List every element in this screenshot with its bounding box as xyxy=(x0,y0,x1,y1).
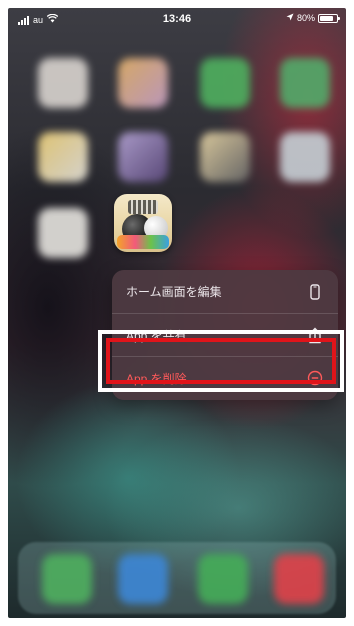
blurred-app-icon xyxy=(200,132,250,182)
menu-item-label: ホーム画面を編集 xyxy=(126,285,222,299)
blurred-app-icon xyxy=(118,132,168,182)
blurred-app-icon xyxy=(38,132,88,182)
blurred-dock-icon xyxy=(198,554,248,604)
edit-home-screen-menu-item[interactable]: ホーム画面を編集 xyxy=(112,270,338,313)
phone-icon xyxy=(306,283,324,301)
status-bar: au 13:46 80% xyxy=(8,8,346,32)
blurred-app-icon xyxy=(280,58,330,108)
focused-app-icon[interactable] xyxy=(114,194,172,252)
location-arrow-icon xyxy=(286,13,294,23)
battery-fill xyxy=(320,15,333,21)
blurred-app-icon xyxy=(280,132,330,182)
app-icon-artwork xyxy=(117,235,169,249)
blurred-app-icon xyxy=(38,58,88,108)
blurred-app-icon xyxy=(38,208,88,258)
blurred-dock-icon xyxy=(42,554,92,604)
highlight-box-inner xyxy=(106,338,336,384)
screenshot-frame: au 13:46 80% ホーム画面を編集 App を共有 App を削除 xyxy=(0,0,354,626)
app-icon-artwork xyxy=(128,200,158,214)
blurred-app-icon xyxy=(118,58,168,108)
blurred-app-icon xyxy=(200,58,250,108)
blurred-dock-icon xyxy=(118,554,168,604)
status-right: 80% xyxy=(286,13,340,23)
highlight-box xyxy=(98,330,344,392)
battery-icon xyxy=(318,13,340,23)
blurred-dock-icon xyxy=(274,554,324,604)
home-screen: au 13:46 80% ホーム画面を編集 App を共有 App を削除 xyxy=(8,8,346,618)
battery-percent: 80% xyxy=(296,13,315,23)
